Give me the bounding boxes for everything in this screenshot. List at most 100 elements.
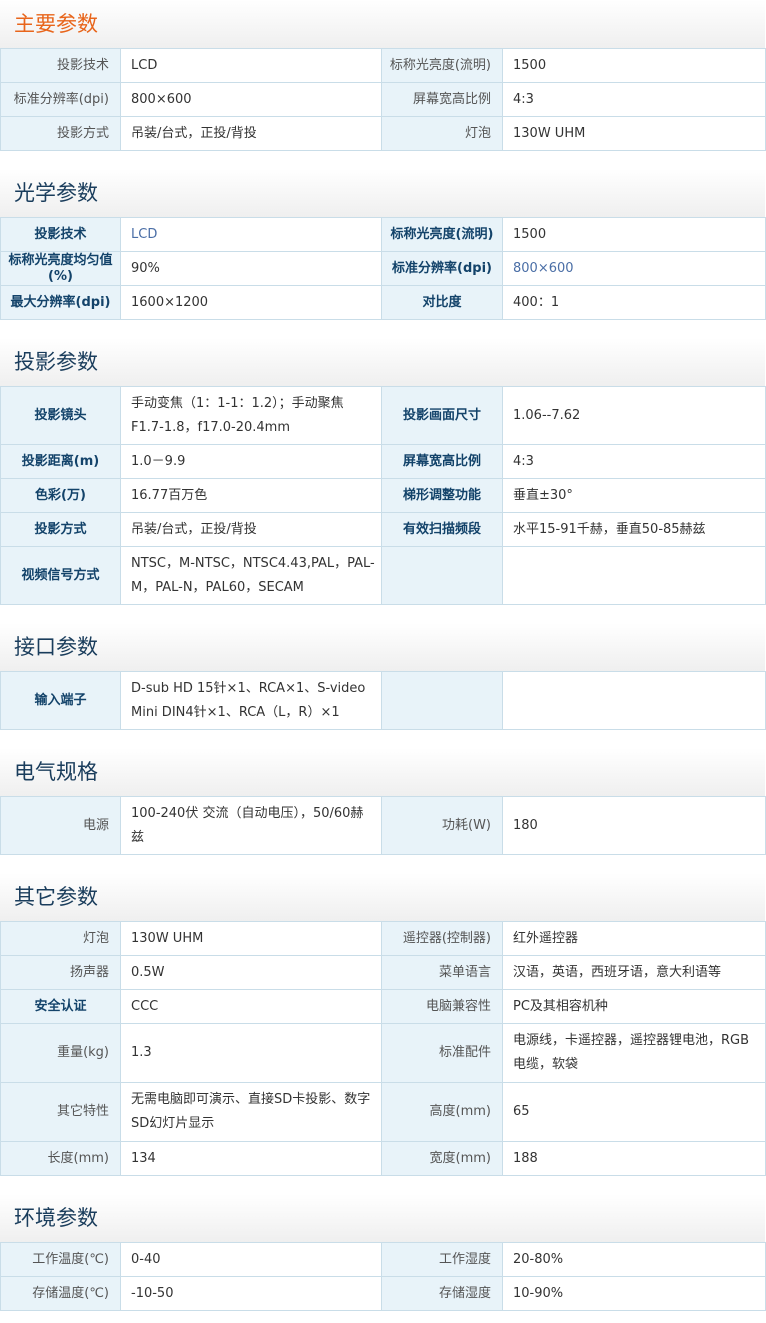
- spec-value: D-sub HD 15针×1、RCA×1、S-video Mini DIN4针×…: [120, 671, 382, 730]
- table-row: 存储温度(℃) -10-50 存储湿度 10-90%: [0, 1276, 766, 1311]
- spec-value: 134: [120, 1141, 382, 1176]
- section-electrical: 电气规格 电源 100-240伏 交流（自动电压），50/60赫兹 功耗(W) …: [0, 748, 766, 855]
- spec-table: 工作温度(℃) 0-40 工作湿度 20-80% 存储温度(℃) -10-50 …: [0, 1242, 766, 1311]
- spec-label: 其它特性: [0, 1082, 121, 1142]
- spec-label: 有效扫描频段: [381, 512, 503, 547]
- spec-value: -10-50: [120, 1276, 382, 1311]
- spec-value: 1.06--7.62: [502, 386, 766, 445]
- spec-value: 4:3: [502, 444, 766, 479]
- spec-label: 遥控器(控制器): [381, 921, 503, 956]
- spec-label: 标准分辨率(dpi): [0, 82, 121, 117]
- table-row: 投影技术 LCD 标称光亮度(流明) 1500: [0, 217, 766, 252]
- spec-label: 菜单语言: [381, 955, 503, 990]
- spec-value: 红外遥控器: [502, 921, 766, 956]
- table-row: 灯泡 130W UHM 遥控器(控制器) 红外遥控器: [0, 921, 766, 956]
- spec-label: 输入端子: [0, 671, 121, 730]
- spec-label: 安全认证: [0, 989, 121, 1024]
- spec-value: 汉语，英语，西班牙语，意大利语等: [502, 955, 766, 990]
- section-title: 环境参数: [14, 1206, 98, 1230]
- spec-value: 电源线，卡遥控器，遥控器锂电池，RGB电缆，软袋: [502, 1023, 766, 1083]
- spec-value: 10-90%: [502, 1276, 766, 1311]
- spec-table: 灯泡 130W UHM 遥控器(控制器) 红外遥控器 扬声器 0.5W 菜单语言…: [0, 921, 766, 1176]
- spec-label: 重量(kg): [0, 1023, 121, 1083]
- spec-label: 标准配件: [381, 1023, 503, 1083]
- table-row: 电源 100-240伏 交流（自动电压），50/60赫兹 功耗(W) 180: [0, 796, 766, 855]
- section-title: 电气规格: [14, 760, 98, 784]
- section-header: 其它参数: [0, 873, 765, 921]
- section-title: 其它参数: [14, 885, 98, 909]
- section-header: 投影参数: [0, 338, 765, 386]
- spec-value: 4:3: [502, 82, 766, 117]
- spec-label: 标称光亮度(流明): [381, 217, 503, 252]
- spec-label: 视频信号方式: [0, 546, 121, 605]
- spec-label: 存储温度(℃): [0, 1276, 121, 1311]
- spec-label: 存储湿度: [381, 1276, 503, 1311]
- spec-label: 梯形调整功能: [381, 478, 503, 513]
- section-title: 主要参数: [14, 12, 98, 36]
- spec-label: 电脑兼容性: [381, 989, 503, 1024]
- spec-label: 屏幕宽高比例: [381, 82, 503, 117]
- spec-label: 功耗(W): [381, 796, 503, 855]
- spec-value: 垂直±30°: [502, 478, 766, 513]
- table-row: 投影方式 吊装/台式，正投/背投 有效扫描频段 水平15-91千赫，垂直50-8…: [0, 512, 766, 547]
- spec-table: 投影技术 LCD 标称光亮度(流明) 1500 标称光亮度均匀值(%) 90% …: [0, 217, 766, 320]
- section-header: 主要参数: [0, 0, 765, 48]
- spec-value: 1500: [502, 217, 766, 252]
- spec-value: 90%: [120, 251, 382, 286]
- spec-label: 标准分辨率(dpi): [381, 251, 503, 286]
- spec-label: 灯泡: [0, 921, 121, 956]
- spec-label: 投影方式: [0, 116, 121, 151]
- section-title: 接口参数: [14, 635, 98, 659]
- spec-label: 标称光亮度均匀值(%): [0, 251, 121, 286]
- table-row: 投影技术 LCD 标称光亮度(流明) 1500: [0, 48, 766, 83]
- spec-table: 输入端子 D-sub HD 15针×1、RCA×1、S-video Mini D…: [0, 671, 766, 730]
- spec-label: 投影技术: [0, 217, 121, 252]
- table-row: 投影方式 吊装/台式，正投/背投 灯泡 130W UHM: [0, 116, 766, 151]
- spec-value: 188: [502, 1141, 766, 1176]
- section-main-params: 主要参数 投影技术 LCD 标称光亮度(流明) 1500 标准分辨率(dpi) …: [0, 0, 766, 151]
- section-other: 其它参数 灯泡 130W UHM 遥控器(控制器) 红外遥控器 扬声器 0.5W…: [0, 873, 766, 1176]
- table-row: 重量(kg) 1.3 标准配件 电源线，卡遥控器，遥控器锂电池，RGB电缆，软袋: [0, 1023, 766, 1083]
- spec-value: 吊装/台式，正投/背投: [120, 512, 382, 547]
- spec-value: 400：1: [502, 285, 766, 320]
- spec-value: [502, 671, 766, 730]
- spec-value: 65: [502, 1082, 766, 1142]
- spec-label: 色彩(万): [0, 478, 121, 513]
- spec-table: 投影技术 LCD 标称光亮度(流明) 1500 标准分辨率(dpi) 800×6…: [0, 48, 766, 151]
- spec-value: 1500: [502, 48, 766, 83]
- spec-value: LCD: [120, 48, 382, 83]
- table-row: 视频信号方式 NTSC，M-NTSC，NTSC4.43,PAL，PAL-M，PA…: [0, 546, 766, 605]
- table-row: 其它特性 无需电脑即可演示、直接SD卡投影、数字SD幻灯片显示 高度(mm) 6…: [0, 1082, 766, 1142]
- section-title: 投影参数: [14, 350, 98, 374]
- section-header: 光学参数: [0, 169, 765, 217]
- spec-label: 长度(mm): [0, 1141, 121, 1176]
- section-header: 接口参数: [0, 623, 765, 671]
- spec-value: 1.0－9.9: [120, 444, 382, 479]
- spec-label: 高度(mm): [381, 1082, 503, 1142]
- table-row: 标称光亮度均匀值(%) 90% 标准分辨率(dpi) 800×600: [0, 251, 766, 286]
- table-row: 长度(mm) 134 宽度(mm) 188: [0, 1141, 766, 1176]
- spec-value: 0-40: [120, 1242, 382, 1277]
- table-row: 安全认证 CCC 电脑兼容性 PC及其相容机种: [0, 989, 766, 1024]
- spec-value: 1.3: [120, 1023, 382, 1083]
- spec-table: 投影镜头 手动变焦（1：1-1：1.2）；手动聚焦F1.7-1.8，f17.0-…: [0, 386, 766, 605]
- table-row: 投影镜头 手动变焦（1：1-1：1.2）；手动聚焦F1.7-1.8，f17.0-…: [0, 386, 766, 445]
- spec-value: 0.5W: [120, 955, 382, 990]
- table-row: 最大分辨率(dpi) 1600×1200 对比度 400：1: [0, 285, 766, 320]
- spec-value: 800×600: [120, 82, 382, 117]
- spec-label: 工作温度(℃): [0, 1242, 121, 1277]
- spec-value: 无需电脑即可演示、直接SD卡投影、数字SD幻灯片显示: [120, 1082, 382, 1142]
- spec-value: 20-80%: [502, 1242, 766, 1277]
- table-row: 工作温度(℃) 0-40 工作湿度 20-80%: [0, 1242, 766, 1277]
- spec-value: 1600×1200: [120, 285, 382, 320]
- spec-label: [381, 671, 503, 730]
- section-header: 环境参数: [0, 1194, 765, 1242]
- table-row: 输入端子 D-sub HD 15针×1、RCA×1、S-video Mini D…: [0, 671, 766, 730]
- spec-value: 水平15-91千赫，垂直50-85赫兹: [502, 512, 766, 547]
- section-header: 电气规格: [0, 748, 765, 796]
- spec-value: LCD: [120, 217, 382, 252]
- spec-table: 电源 100-240伏 交流（自动电压），50/60赫兹 功耗(W) 180: [0, 796, 766, 855]
